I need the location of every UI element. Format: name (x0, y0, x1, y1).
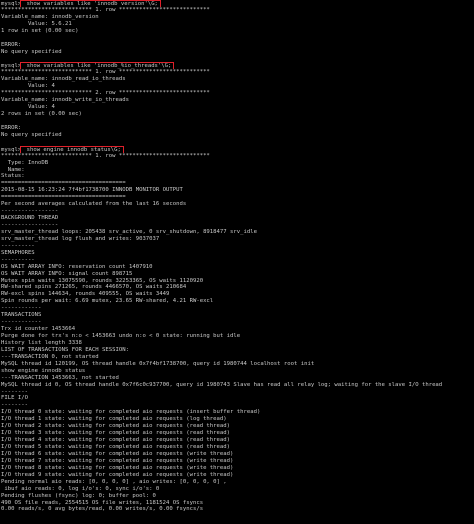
output-line: ---------- (1, 256, 35, 263)
output-line: Trx id counter 1453664 (1, 326, 76, 333)
output-line: I/O thread 4 state: waiting for complete… (1, 437, 231, 444)
output-line: RW-excl spins 144634, rounds 409555, OS … (1, 291, 170, 298)
output-line: Type: InnoDB (1, 159, 49, 166)
output-line: ------------ (1, 305, 42, 312)
output-line: I/O thread 8 state: waiting for complete… (1, 464, 234, 471)
command-line: mysql> show variables like 'innodb_%io_t… (1, 62, 474, 70)
output-line: 490 OS file reads, 2554515 OS file write… (1, 499, 204, 506)
output-line: OS WAIT ARRAY INFO: signal count 898715 (1, 270, 133, 277)
output-line: RW-shared spins 271265, rounds 4466570, … (1, 284, 187, 291)
output-line: I/O thread 9 state: waiting for complete… (1, 471, 234, 478)
output-line: ---------- (1, 242, 35, 249)
output-line: Value: 5.6.21 (1, 20, 72, 27)
output-line: No query specified (1, 131, 62, 138)
output-line: BACKGROUND THREAD (1, 215, 59, 222)
output-line: MySQL thread id 120199, OS thread handle… (1, 360, 315, 367)
output-line: *************************** 1. row *****… (1, 6, 210, 13)
highlighted-command: show variables like 'innodb version'\G; (20, 0, 161, 7)
output-line: FILE I/O (1, 395, 28, 402)
output-line: I/O thread 0 state: waiting for complete… (1, 409, 261, 416)
output-line: *************************** 2. row *****… (1, 90, 210, 97)
command-line: mysql> show engine innodb status\G; (1, 145, 474, 153)
terminal-window[interactable]: mysql> show variables like 'innodb versi… (0, 0, 474, 524)
output-line: srv_master_thread log flush and writes: … (1, 235, 160, 242)
output-line: ----------------- (1, 208, 59, 215)
output-line: srv_master_thread loops: 205438 srv_acti… (1, 228, 257, 235)
output-line: ---TRANSACTION 1453663, not started (1, 374, 119, 381)
output-line: show engine innodb status (1, 367, 86, 374)
output-line: 1 row in set (0.00 sec) (1, 27, 79, 34)
output-line: Variable_name: innodb_write_io_threads (1, 97, 129, 104)
output-line: Mutex spin waits 13075590, rounds 322533… (1, 277, 204, 284)
output-line: I/O thread 6 state: waiting for complete… (1, 450, 234, 457)
mysql-prompt: mysql> (1, 146, 22, 153)
output-line: History list length 3338 (1, 339, 82, 346)
output-line: Per second averages calculated from the … (1, 201, 187, 208)
output-line: 2015-08-15 16:23:24 7f4bf1738700 INNODB … (1, 187, 183, 194)
output-line: ------------ (1, 319, 42, 326)
highlighted-command: show engine innodb status\G; (20, 145, 124, 153)
output-line: I/O thread 3 state: waiting for complete… (1, 430, 231, 437)
output-line: OS WAIT ARRAY INFO: reservation count 14… (1, 263, 153, 270)
output-line: I/O thread 5 state: waiting for complete… (1, 444, 231, 450)
output-line: Value: 4 (1, 104, 55, 111)
output-line: ibuf aio reads: 0, log i/o's: 0, sync i/… (1, 485, 160, 492)
output-line: Pending flushes (fsync) log: 0; buffer p… (1, 492, 156, 499)
output-line: Variable_name: innodb_read_io_threads (1, 76, 126, 83)
output-line: Pending normal aio reads: [0, 0, 0, 0] ,… (1, 478, 227, 485)
output-line: ERROR: (1, 41, 22, 48)
output-line: *************************** 1. row *****… (1, 152, 210, 159)
output-line: -------- (1, 402, 28, 409)
output-line: 0.00 reads/s, 0 avg bytes/read, 0.00 wri… (1, 506, 204, 513)
output-line: No query specified (1, 48, 62, 55)
output-line: *************************** 1. row *****… (1, 69, 210, 76)
output-line: ERROR: (1, 124, 22, 131)
command-line: mysql> show variables like 'innodb versi… (1, 0, 474, 7)
output-line: I/O thread 2 state: waiting for complete… (1, 423, 231, 430)
output-line: LIST OF TRANSACTIONS FOR EACH SESSION: (1, 346, 129, 353)
output-line: I/O thread 7 state: waiting for complete… (1, 457, 234, 464)
output-line: Variable_name: innodb_version (1, 13, 99, 20)
output-line: MySQL thread id 0, OS thread handle 0x7f… (1, 381, 443, 388)
output-line: ----------------- (1, 222, 59, 228)
output-line: SEMAPHORES (1, 249, 35, 256)
output-line: ---TRANSACTION 0, not started (1, 353, 99, 360)
output-line: Purge done for trx's n:o < 1453663 undo … (1, 333, 241, 339)
output-line: Spin rounds per wait: 6.69 mutex, 23.65 … (1, 298, 214, 305)
output-line: Status: (1, 173, 25, 180)
output-line: ===================================== (1, 180, 126, 187)
output-line: -------- (1, 388, 28, 395)
output-line: Name: (1, 166, 25, 173)
output-line: Value: 4 (1, 83, 55, 90)
output-line: I/O thread 1 state: waiting for complete… (1, 416, 227, 423)
output-line: TRANSACTIONS (1, 312, 42, 319)
output-line: ===================================== (1, 194, 126, 201)
highlighted-command: show variables like 'innodb_%io_threads'… (20, 62, 175, 70)
output-line: 2 rows in set (0.00 sec) (1, 111, 82, 117)
